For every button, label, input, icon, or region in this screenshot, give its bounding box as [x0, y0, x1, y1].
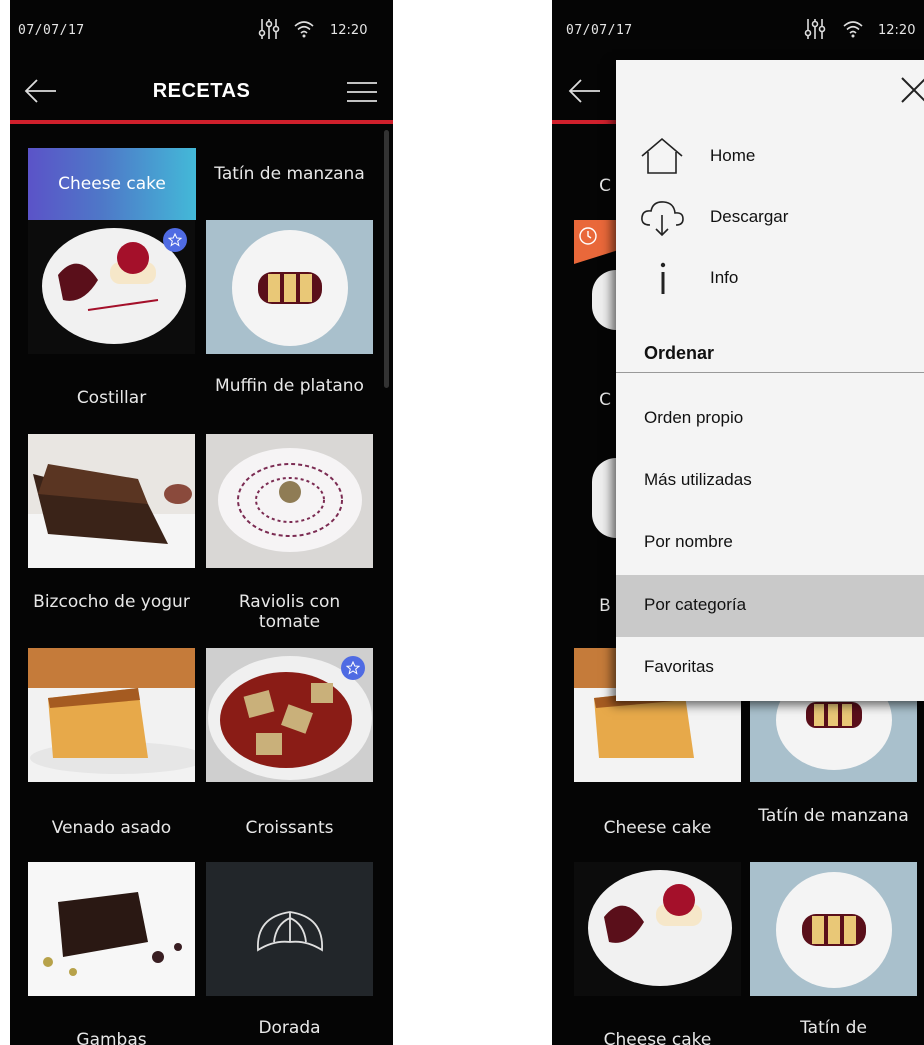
sort-option-label: Por nombre	[644, 532, 733, 551]
recipe-image-costillar[interactable]	[28, 434, 195, 568]
clock-badge-icon	[574, 220, 616, 264]
sort-option-por-nombre[interactable]: Por nombre	[616, 512, 924, 574]
recipe-label: Tatín de manzana	[214, 164, 365, 184]
recipe-tile[interactable]: Bizcocho de yogur	[28, 592, 195, 642]
recipe-label: Tatín de	[800, 1018, 867, 1038]
recipe-label: Croissants	[245, 818, 334, 838]
cloud-download-icon	[641, 201, 684, 237]
wifi-icon	[294, 21, 314, 38]
sort-option-label: Por categoría	[644, 595, 747, 614]
recipe-tile[interactable]: Raviolis con tomate	[206, 592, 373, 642]
recipe-image-bizcocho[interactable]	[28, 648, 195, 782]
recipe-tile[interactable]: Dorada	[206, 1018, 373, 1045]
recipe-label: Tatín de manzana	[758, 806, 909, 826]
recipe-tile[interactable]: Tatín de manzana	[206, 164, 373, 214]
recipe-tile[interactable]: Costillar	[28, 388, 195, 418]
recipe-label: Raviolis con tomate	[238, 592, 341, 632]
recipe-label: Costillar	[76, 388, 147, 408]
scrollbar[interactable]	[384, 130, 389, 388]
recipes-screen-menu-open: 07/07/17 12:20 C C B Cheese cake Tatín d…	[552, 0, 924, 1045]
peek-thumb	[592, 270, 616, 330]
recipe-tile[interactable]: Venado asado	[28, 818, 195, 848]
recipe-tile-selected[interactable]: Cheese cake	[28, 148, 196, 220]
menu-item-home[interactable]: Home	[616, 126, 924, 186]
side-drawer-menu: Home Descargar Info Ordenar Orden propio…	[616, 60, 924, 701]
wifi-icon	[843, 21, 863, 38]
sort-section-title: Ordenar	[644, 343, 715, 363]
favorite-star-icon	[341, 656, 365, 680]
recipe-tile[interactable]: Croissants	[206, 818, 373, 848]
sort-option-favoritas[interactable]: Favoritas	[616, 637, 924, 699]
recipe-image-raviolis[interactable]	[206, 648, 373, 782]
recipe-image-tatin[interactable]	[750, 862, 917, 996]
croissant-icon	[257, 911, 323, 952]
recipe-label: Cheese cake	[603, 818, 712, 838]
menu-item-label: Info	[710, 268, 739, 287]
back-arrow-icon[interactable]	[568, 78, 602, 104]
menu-item-descargar[interactable]: Descargar	[616, 187, 924, 247]
page-title: RECETAS	[152, 80, 251, 102]
sort-option-por-categoria[interactable]: Por categoría	[616, 575, 924, 637]
equalizer-icon	[804, 19, 826, 39]
recipe-image-tatin[interactable]	[206, 220, 373, 354]
peek-thumb	[592, 458, 616, 538]
status-bar: 07/07/17 12:20	[552, 0, 924, 62]
favorite-star-icon	[163, 228, 187, 252]
equalizer-icon	[258, 19, 280, 39]
home-icon	[641, 137, 683, 174]
recipe-image-cheesecake[interactable]	[574, 862, 741, 996]
recipe-label: Gambas	[76, 1030, 147, 1045]
sort-option-mas-utilizadas[interactable]: Más utilizadas	[616, 450, 924, 512]
recipe-image-tatin[interactable]	[750, 700, 917, 782]
status-date: 07/07/17	[18, 23, 85, 38]
recipe-label: Muffin de platano	[215, 376, 364, 396]
peek-label: C	[599, 390, 611, 410]
info-icon	[660, 262, 666, 294]
sort-option-label: Más utilizadas	[644, 470, 752, 489]
app-bar: RECETAS	[10, 62, 393, 120]
recipes-screen: 07/07/17 12:20 RECETAS Cheese cake Tatín…	[10, 0, 393, 1045]
recipe-image-venado[interactable]	[28, 862, 195, 996]
menu-item-label: Home	[710, 146, 756, 165]
peek-label: C	[599, 176, 611, 196]
close-icon[interactable]	[900, 76, 924, 104]
recipe-label: Cheese cake	[58, 174, 166, 194]
recipe-label: Dorada	[258, 1018, 321, 1038]
status-time: 12:20	[330, 23, 368, 38]
recipe-label: Venado asado	[51, 818, 172, 838]
accent-divider	[552, 120, 616, 124]
recipe-image-cheesecake[interactable]	[28, 220, 195, 354]
recipe-tile[interactable]: Gambas	[28, 1030, 195, 1045]
menu-item-label: Descargar	[710, 207, 789, 226]
recipe-label: Bizcocho de yogur	[33, 592, 190, 612]
status-bar: 07/07/17 12:20	[10, 0, 393, 62]
divider	[616, 372, 924, 373]
status-date: 07/07/17	[566, 23, 633, 38]
sort-option-label: Orden propio	[644, 408, 744, 427]
peek-label: B	[599, 596, 611, 616]
recipe-tile[interactable]: Muffin de platano	[206, 376, 373, 426]
recipe-tile-croissants[interactable]	[206, 862, 373, 996]
recipe-image-muffin[interactable]	[206, 434, 373, 568]
hamburger-menu-icon[interactable]	[345, 79, 379, 105]
menu-item-info[interactable]: Info	[616, 248, 924, 308]
status-time: 12:20	[878, 23, 916, 38]
accent-divider	[10, 120, 393, 124]
sort-option-orden-propio[interactable]: Orden propio	[616, 388, 924, 450]
sort-option-label: Favoritas	[644, 657, 714, 676]
recipe-label: Cheese cake	[603, 1030, 712, 1045]
